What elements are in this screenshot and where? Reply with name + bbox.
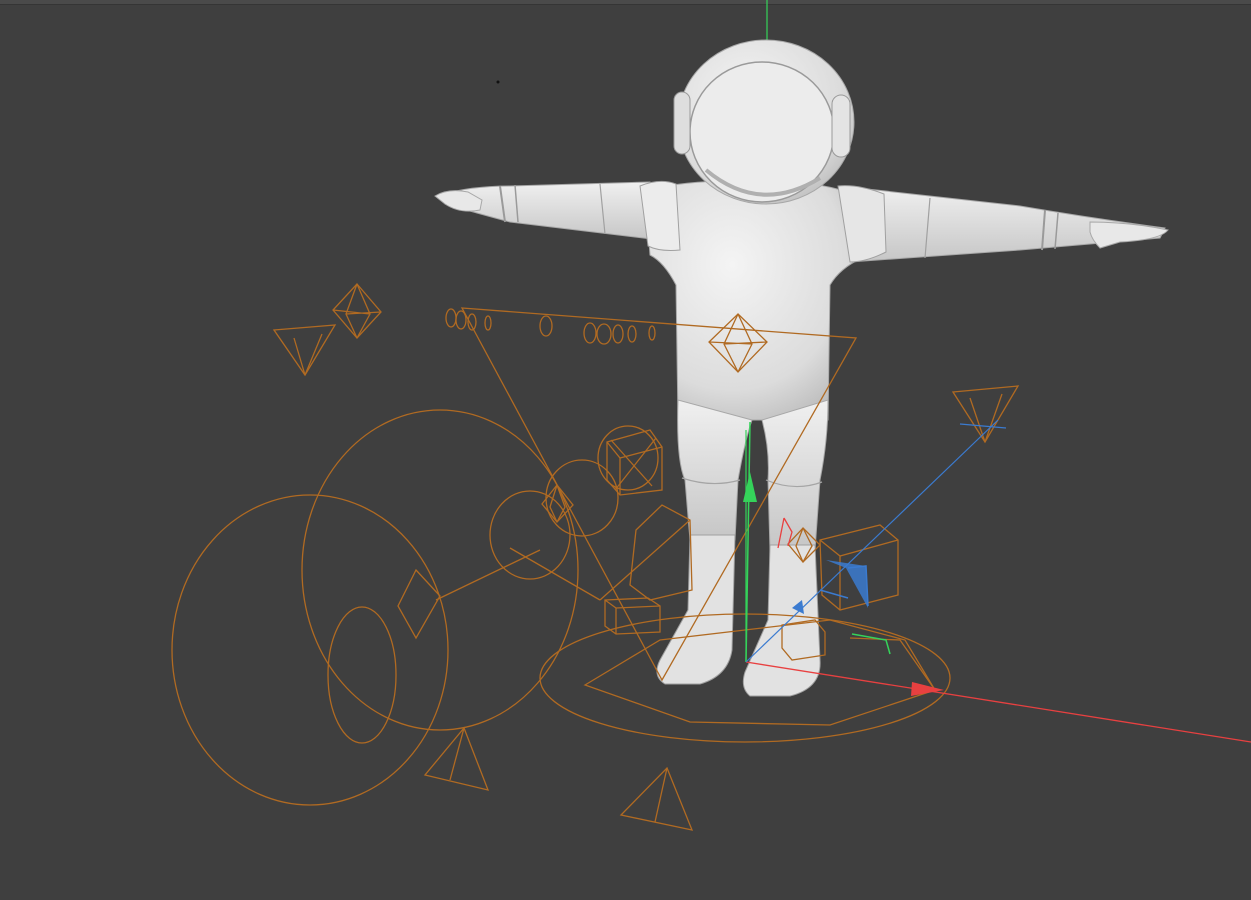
gizmo-x-arrow[interactable] — [911, 682, 944, 696]
circle-control-inner[interactable] — [327, 606, 397, 744]
astronaut-model[interactable] — [434, 39, 1169, 697]
right-hand — [1089, 221, 1169, 249]
rig-controls[interactable] — [171, 283, 1020, 831]
scene-point — [496, 80, 500, 84]
gizmo-plane-xz[interactable] — [851, 633, 891, 655]
cone-icon[interactable] — [951, 385, 1020, 444]
octahedron-joint-icon[interactable] — [332, 283, 382, 339]
helmet — [673, 39, 855, 205]
scene-canvas[interactable] — [0, 0, 1251, 900]
circle-control-medium[interactable] — [301, 409, 579, 731]
cone-icon[interactable] — [272, 324, 337, 377]
circle-control-large[interactable] — [171, 494, 449, 806]
circle-control-small-a[interactable] — [489, 490, 571, 580]
box-control-icon[interactable] — [629, 504, 693, 601]
box-control-icon[interactable] — [606, 429, 663, 496]
cone-icon[interactable] — [619, 766, 694, 831]
gizmo-x-axis[interactable] — [745, 661, 1251, 743]
gizmo-y-arrow[interactable] — [743, 472, 757, 502]
right-leg — [761, 399, 829, 551]
cone-icon[interactable] — [423, 726, 490, 791]
left-boot — [656, 534, 736, 685]
3d-viewport[interactable] — [0, 0, 1251, 900]
